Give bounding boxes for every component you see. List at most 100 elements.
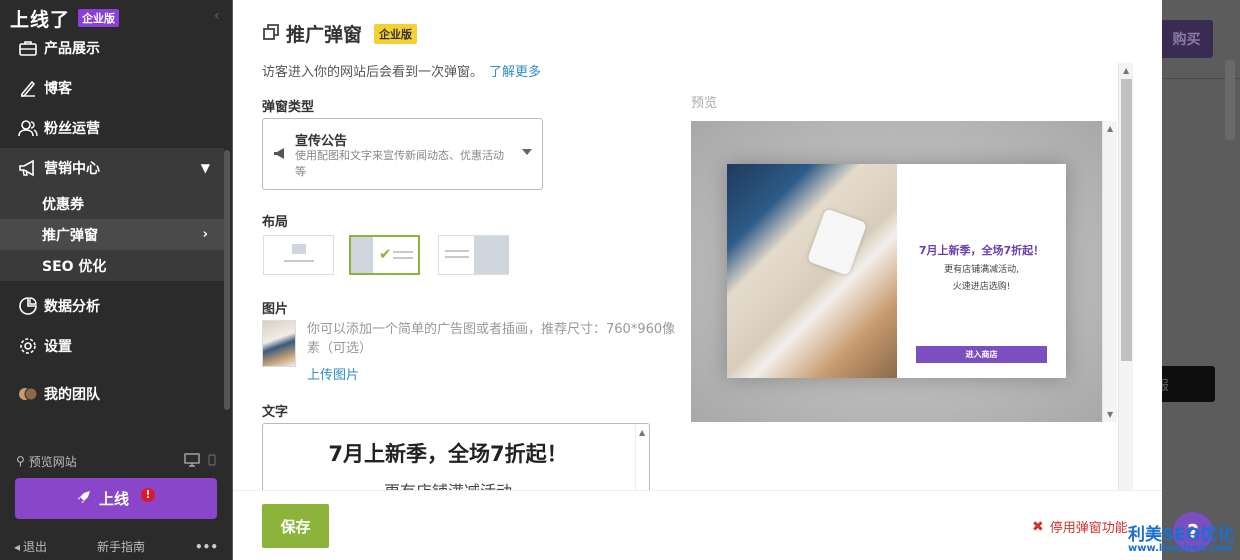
scroll-up-icon[interactable]: ▲ (1107, 124, 1113, 133)
nav-item-blog[interactable]: 博客 (0, 68, 224, 108)
close-icon: ✖ (1032, 518, 1044, 535)
preview-site-row[interactable]: ⚲ 预览网站 (16, 451, 216, 471)
modal-title: 推广弹窗 企业版 (262, 20, 418, 47)
layout-text-line (445, 250, 469, 252)
popup-settings-modal: 推广弹窗 企业版 访客进入你的网站后会看到一次弹窗。 了解更多 弹窗类型 宣传公告… (233, 0, 1162, 560)
team-avatar-icon (18, 384, 38, 404)
megaphone-icon (273, 147, 287, 164)
caret-down-icon (522, 149, 532, 155)
layout-label: 布局 (262, 215, 289, 230)
popup-line-2: 火速进店选购! (952, 282, 1011, 292)
upload-image-link[interactable]: 上传图片 (307, 364, 359, 383)
more-icon[interactable]: ••• (195, 538, 218, 555)
popup-enter-store-button: 进入商店 (916, 346, 1047, 363)
nav-label: 营销中心 (44, 161, 100, 177)
type-label: 弹窗类型 (262, 100, 315, 115)
nav-item-fans[interactable]: 粉丝运营 (0, 108, 224, 148)
pie-chart-icon (18, 296, 38, 316)
scroll-up-icon[interactable]: ▲ (1123, 66, 1129, 75)
nav-label: 我的团队 (44, 387, 100, 403)
modal-description: 访客进入你的网站后会看到一次弹窗。 了解更多 (262, 61, 541, 80)
description-text: 访客进入你的网站后会看到一次弹窗。 (262, 65, 484, 80)
nav-label: 数据分析 (44, 299, 100, 315)
mobile-icon[interactable] (208, 453, 216, 470)
nav-item-products[interactable]: 产品展示 (0, 28, 224, 68)
image-label: 图片 (262, 302, 289, 317)
gear-icon (18, 336, 38, 356)
briefcase-icon (18, 38, 38, 58)
nav-label: 优惠券 (42, 196, 84, 213)
background-scrollbar[interactable] (1225, 60, 1235, 140)
nav-label: SEO 优化 (42, 258, 107, 275)
megaphone-icon (18, 158, 38, 178)
arrow-left-icon: ◂ (14, 539, 21, 554)
learn-more-link[interactable]: 了解更多 (489, 65, 541, 80)
watermark-title: 利美SEO优化 (1128, 525, 1235, 545)
layout-text-line (393, 251, 413, 253)
nav-label: 推广弹窗 (42, 227, 98, 244)
popup-heading: 7月上新季，全场7折起！ (918, 244, 1045, 257)
layout-option-image-top[interactable] (263, 235, 334, 275)
watermark-url: www.limeiseo.com (1128, 543, 1233, 554)
scroll-down-icon[interactable]: ▼ (1107, 410, 1113, 419)
select-subtitle: 使用配图和文字来宣传新闻动态、优惠活动等 (295, 149, 504, 178)
nav-item-team[interactable]: 我的团队 (0, 374, 224, 414)
sidebar: 上线了 企业版 ‹ 产品展示 博客 粉丝运营 营销中心 ▼ 优惠券 推广弹窗 ›… (0, 0, 232, 560)
nav-item-settings[interactable]: 设置 (0, 326, 224, 366)
sidebar-scrollbar[interactable] (224, 150, 230, 410)
logout-link[interactable]: ◂ 退出 (14, 538, 47, 555)
select-title: 宣传公告 (295, 134, 348, 149)
popup-preview: 7月上新季，全场7折起！ 更有店铺满减活动, 火速进店选购! 进入商店 (727, 164, 1066, 378)
layout-option-image-left[interactable]: ✔ (349, 235, 420, 275)
chevron-right-icon: › (202, 227, 208, 242)
sidebar-item-coupons[interactable]: 优惠券 (0, 188, 224, 219)
layout-option-image-right[interactable] (438, 235, 509, 275)
brand[interactable]: 上线了 企业版 (10, 6, 120, 31)
save-button[interactable]: 保存 (262, 504, 329, 548)
disable-popup-link[interactable]: ✖ 停用弹窗功能 (1032, 517, 1128, 537)
scroll-up-icon[interactable]: ▲ (639, 428, 645, 437)
check-icon: ✔ (379, 245, 392, 263)
enterprise-badge: 企业版 (78, 9, 120, 27)
preview-label: 预览 (691, 96, 718, 111)
image-hint: 你可以添加一个简单的广告图或者插画，推荐尺寸：760*960像素（可选） (307, 322, 676, 356)
layout-text-line (284, 260, 314, 262)
chevron-down-icon: ▼ (200, 161, 210, 175)
go-online-label: 上线 (98, 490, 129, 508)
collapse-sidebar-icon[interactable]: ‹ (214, 8, 220, 24)
users-icon (18, 118, 38, 138)
go-online-button[interactable]: 上线 ! (15, 478, 217, 519)
search-icon: ⚲ (16, 454, 25, 468)
preview-scrollbar[interactable]: ▲ ▼ (1102, 121, 1117, 422)
watermark: 利美SEO优化 www.limeiseo.com (1128, 520, 1240, 554)
warning-icon: ! (141, 487, 155, 502)
popup-type-select[interactable]: 宣传公告 使用配图和文字来宣传新闻动态、优惠活动等 (262, 118, 543, 190)
guide-link[interactable]: 新手指南 (97, 538, 145, 555)
logout-label: 退出 (23, 540, 48, 554)
nav-item-analytics[interactable]: 数据分析 (0, 286, 224, 326)
modal-scrollbar[interactable]: ▲ (1118, 63, 1133, 491)
sidebar-item-seo[interactable]: SEO 优化 (0, 250, 224, 281)
popup-line-1: 更有店铺满减活动, (944, 265, 1019, 275)
editor-heading: 7月上新季，全场7折起！ (328, 442, 568, 466)
modal-footer: 保存 ✖ 停用弹窗功能 (233, 490, 1162, 560)
layout-text-line (393, 257, 413, 259)
image-placeholder-icon (351, 237, 373, 273)
sidebar-footer: ◂ 退出 新手指南 ••• (14, 538, 224, 555)
text-label: 文字 (262, 405, 289, 420)
sidebar-item-popup[interactable]: 推广弹窗 › (0, 219, 224, 250)
preview-site-link[interactable]: 预览网站 (29, 453, 77, 470)
scrollbar-thumb[interactable] (1121, 79, 1132, 361)
nav-label: 博客 (44, 81, 72, 97)
popup-preview-image (727, 164, 897, 378)
rocket-icon (77, 490, 91, 508)
nav-item-marketing[interactable]: 营销中心 ▼ (0, 148, 224, 188)
nav-label: 设置 (44, 339, 72, 355)
popup-image-thumbnail[interactable] (262, 320, 296, 367)
window-icon (262, 23, 280, 45)
pen-icon (18, 78, 38, 98)
layout-text-line (445, 256, 469, 258)
desktop-icon[interactable] (184, 452, 200, 470)
image-placeholder-icon (474, 236, 509, 274)
disable-popup-label: 停用弹窗功能 (1049, 521, 1128, 536)
